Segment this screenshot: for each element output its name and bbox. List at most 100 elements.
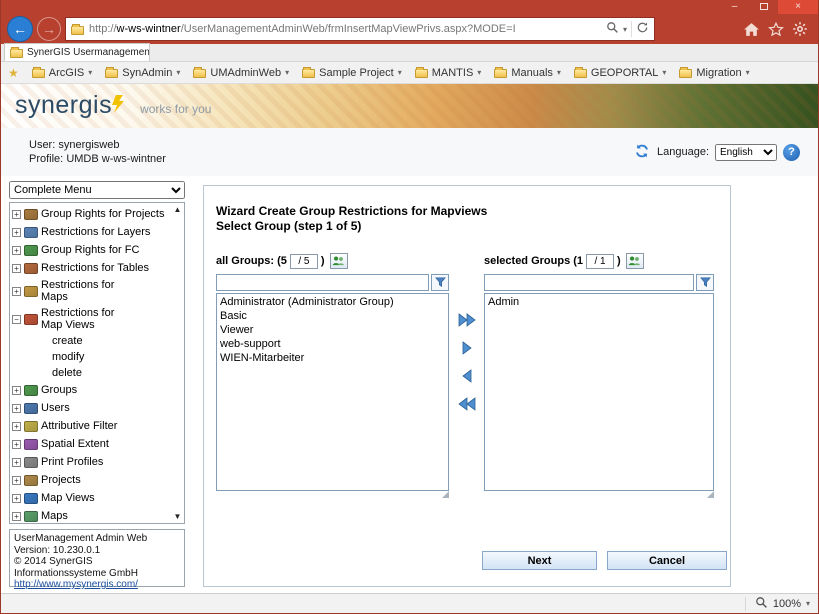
list-option[interactable]: Basic — [217, 309, 448, 323]
move-all-left-button[interactable] — [455, 394, 479, 414]
menu-scope-select[interactable]: Complete Menu — [9, 181, 185, 199]
group-rights-fc-icon — [24, 245, 38, 256]
maximize-button[interactable] — [749, 0, 778, 14]
tree-item[interactable]: +Restrictions for Layers — [12, 223, 170, 241]
scroll-up-arrow-icon[interactable]: ▲ — [172, 204, 183, 215]
refresh-icon[interactable] — [636, 21, 649, 37]
favorites-item[interactable]: UMAdminWeb▾ — [193, 67, 289, 79]
expand-toggle-icon[interactable]: + — [12, 246, 21, 255]
tree-item[interactable]: + Groups — [12, 381, 170, 399]
tree-subitem[interactable]: modify — [12, 349, 170, 365]
expand-toggle-icon[interactable]: + — [12, 386, 21, 395]
language-select[interactable]: English — [715, 144, 777, 161]
cancel-button[interactable]: Cancel — [607, 551, 727, 570]
selected-groups-listbox[interactable]: Admin — [484, 293, 714, 491]
search-icon[interactable] — [606, 21, 619, 37]
tree-item[interactable]: +Group Rights for FC — [12, 241, 170, 259]
tree-item[interactable]: +Map Views — [12, 489, 170, 507]
all-groups-listbox[interactable]: Administrator (Administrator Group)Basic… — [216, 293, 449, 491]
selected-groups-filter-icon[interactable] — [696, 274, 714, 291]
group-rights-projects-icon — [24, 209, 38, 220]
favorites-star-icon[interactable] — [768, 22, 784, 37]
expand-toggle-icon[interactable]: + — [12, 287, 21, 296]
tree-subitem[interactable]: delete — [12, 365, 170, 381]
tree-item[interactable]: + Attributive Filter — [12, 417, 170, 435]
favorites-item[interactable]: SynAdmin▾ — [105, 67, 180, 79]
expand-toggle-icon[interactable]: + — [12, 404, 21, 413]
tree-item[interactable]: +Group Rights for Projects — [12, 205, 170, 223]
zoom-magnifier-icon[interactable] — [755, 596, 768, 612]
expand-toggle-icon[interactable]: − — [12, 315, 21, 324]
list-option[interactable]: Admin — [485, 295, 713, 309]
content-area: Complete Menu ▲ ▼ +Group Rights for Proj… — [1, 176, 818, 593]
expand-toggle-icon[interactable]: + — [12, 422, 21, 431]
folder-icon — [302, 69, 315, 78]
tree-item[interactable]: + Print Profiles — [12, 453, 170, 471]
browser-tab[interactable]: SynerGIS Usermanagement ... — [4, 43, 150, 61]
favorites-item-label: UMAdminWeb — [210, 67, 281, 79]
listbox-resize-handle[interactable] — [442, 491, 449, 498]
selected-groups-people-icon[interactable] — [626, 253, 644, 269]
wizard-body: all Groups: (5 / 5 ) Administrator (Admi… — [216, 252, 730, 499]
wizard-title: Wizard Create Group Restrictions for Map… — [216, 204, 730, 234]
favorites-item[interactable]: GEOPORTAL▾ — [574, 67, 666, 79]
sync-icon[interactable] — [633, 143, 651, 162]
all-groups-people-icon[interactable] — [330, 253, 348, 269]
favorites-bar-star-icon[interactable]: ★ — [8, 66, 19, 80]
restrictions-maps-icon — [24, 286, 38, 297]
list-option[interactable]: Viewer — [217, 323, 448, 337]
tree-item-label: Print Profiles — [41, 456, 103, 468]
expand-toggle-icon[interactable]: + — [12, 494, 21, 503]
close-button[interactable]: × — [778, 0, 818, 14]
tree-item[interactable]: +Users — [12, 399, 170, 417]
tree-item-label: Attributive Filter — [41, 420, 117, 432]
next-button[interactable]: Next — [482, 551, 597, 570]
search-caret-icon[interactable]: ▾ — [623, 25, 627, 34]
forward-button[interactable]: → — [37, 17, 61, 41]
move-right-button[interactable] — [455, 338, 479, 358]
address-bar[interactable]: http://w-ws-wintner/UserManagementAdminW… — [65, 17, 655, 41]
expand-toggle-icon[interactable]: + — [12, 264, 21, 273]
all-groups-column: all Groups: (5 / 5 ) Administrator (Admi… — [216, 252, 449, 499]
language-label: Language: — [657, 146, 709, 158]
expand-toggle-icon[interactable]: + — [12, 440, 21, 449]
listbox-resize-handle[interactable] — [707, 491, 714, 498]
list-option[interactable]: WIEN-Mitarbeiter — [217, 351, 448, 365]
all-groups-filter-row — [216, 274, 449, 291]
all-groups-filter-input[interactable] — [216, 274, 429, 291]
tree-subitem[interactable]: create — [12, 333, 170, 349]
expand-toggle-icon[interactable]: + — [12, 458, 21, 467]
zoom-level[interactable]: 100% — [773, 598, 801, 610]
favorites-item[interactable]: Sample Project▾ — [302, 67, 402, 79]
favorites-item[interactable]: Migration▾ — [679, 67, 749, 79]
expand-toggle-icon[interactable]: + — [12, 512, 21, 521]
synergis-link[interactable]: http://www.mysynergis.com/ — [14, 579, 138, 590]
back-button[interactable]: ← — [7, 16, 33, 42]
favorites-item[interactable]: ArcGIS▾ — [32, 67, 92, 79]
help-icon[interactable]: ? — [783, 144, 800, 161]
zoom-caret-icon[interactable]: ▾ — [806, 599, 810, 608]
selected-groups-filter-input[interactable] — [484, 274, 694, 291]
move-left-button[interactable] — [455, 366, 479, 386]
tree-item[interactable]: +Restrictions for Tables — [12, 259, 170, 277]
tree-item[interactable]: +Spatial Extent — [12, 435, 170, 453]
tree-item[interactable]: +Projects — [12, 471, 170, 489]
move-all-right-button[interactable] — [455, 310, 479, 330]
list-option[interactable]: Administrator (Administrator Group) — [217, 295, 448, 309]
expand-toggle-icon[interactable]: + — [12, 476, 21, 485]
tree-item[interactable]: +Restrictions for Maps — [12, 277, 170, 305]
all-groups-filter-icon[interactable] — [431, 274, 449, 291]
tree-item[interactable]: +Maps — [12, 507, 170, 524]
expand-toggle-icon[interactable]: + — [12, 228, 21, 237]
favorites-item[interactable]: MANTIS▾ — [415, 67, 482, 79]
minimize-button[interactable]: – — [720, 0, 749, 14]
settings-gear-icon[interactable] — [792, 21, 808, 37]
home-icon[interactable] — [743, 22, 760, 37]
favorites-item[interactable]: Manuals▾ — [494, 67, 561, 79]
tree-item[interactable]: −Restrictions for Map Views — [12, 305, 170, 333]
scroll-down-arrow-icon[interactable]: ▼ — [172, 511, 183, 522]
list-option[interactable]: web-support — [217, 337, 448, 351]
tree-item-label: Groups — [41, 384, 77, 396]
projects-icon — [24, 475, 38, 486]
expand-toggle-icon[interactable]: + — [12, 210, 21, 219]
